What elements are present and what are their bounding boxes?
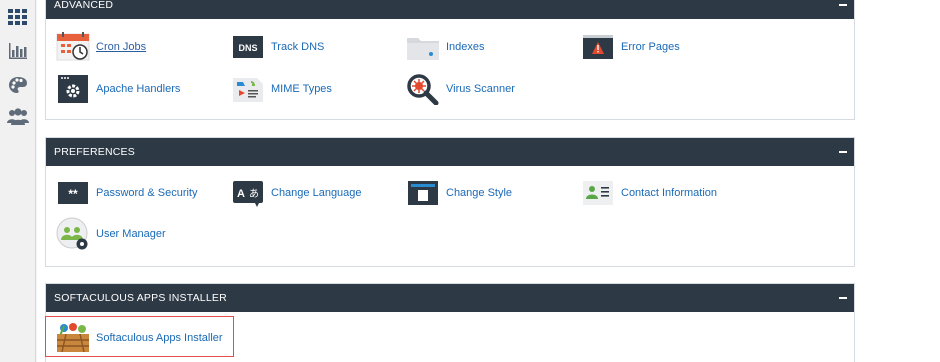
item-label[interactable]: Cron Jobs (96, 41, 146, 53)
collapse-icon[interactable] (839, 151, 847, 153)
style-icon (406, 178, 440, 208)
item-error-pages[interactable]: Error Pages (581, 30, 680, 64)
softaculous-panel-header[interactable]: SOFTACULOUS APPS INSTALLER (46, 284, 854, 312)
item-label[interactable]: Error Pages (621, 41, 680, 53)
palette-icon[interactable] (7, 74, 29, 96)
preferences-panel-header[interactable]: PREFERENCES (46, 138, 854, 166)
mime-icon (231, 74, 265, 104)
panel-title: PREFERENCES (54, 146, 135, 158)
item-label[interactable]: Indexes (446, 41, 485, 53)
item-label[interactable]: User Manager (96, 228, 166, 240)
item-apache-handlers[interactable]: Apache Handlers (56, 72, 180, 106)
item-label[interactable]: Apache Handlers (96, 83, 180, 95)
user-manager-icon (56, 217, 90, 250)
grid-icon[interactable] (7, 6, 29, 28)
item-virus-scanner[interactable]: Virus Scanner (406, 72, 515, 106)
calendar-clock-icon (56, 32, 90, 62)
item-mime-types[interactable]: MIME Types (231, 72, 332, 106)
bar-chart-icon[interactable] (7, 40, 29, 62)
item-password-security[interactable]: ** Password & Security (56, 176, 197, 210)
item-label[interactable]: Contact Information (621, 187, 717, 199)
warning-page-icon (581, 32, 615, 62)
item-track-dns[interactable]: DNS Track DNS (231, 30, 324, 64)
password-icon: ** (56, 178, 90, 208)
left-sidebar (0, 0, 36, 362)
advanced-panel: ADVANCED Cron Jobs DNS Track DNS Indexes… (45, 0, 855, 120)
svg-text:A: A (237, 188, 245, 200)
svg-text:**: ** (68, 187, 78, 201)
item-user-manager[interactable]: User Manager (56, 217, 166, 251)
highlight-box (45, 316, 234, 357)
gear-window-icon (56, 74, 90, 104)
users-icon[interactable] (7, 106, 29, 128)
svg-text:DNS: DNS (238, 43, 257, 53)
item-label[interactable]: Change Style (446, 187, 512, 199)
svg-text:あ: あ (249, 188, 259, 200)
collapse-icon[interactable] (839, 4, 847, 6)
contact-card-icon (581, 178, 615, 208)
item-indexes[interactable]: Indexes (406, 30, 485, 64)
item-label[interactable]: Virus Scanner (446, 83, 515, 95)
advanced-panel-header[interactable]: ADVANCED (46, 0, 854, 19)
item-cron-jobs[interactable]: Cron Jobs (56, 30, 146, 64)
preferences-panel: PREFERENCES ** Password & Security A あ C… (45, 137, 855, 267)
virus-magnifier-icon (406, 74, 440, 105)
panel-title: SOFTACULOUS APPS INSTALLER (54, 292, 227, 304)
item-label[interactable]: Track DNS (271, 41, 324, 53)
language-icon: A あ (231, 178, 265, 208)
item-change-language[interactable]: A あ Change Language (231, 176, 362, 210)
panel-title: ADVANCED (54, 0, 114, 11)
folder-icon (406, 32, 440, 62)
dns-icon: DNS (231, 32, 265, 62)
item-change-style[interactable]: Change Style (406, 176, 512, 210)
item-label[interactable]: Password & Security (96, 187, 197, 199)
item-label[interactable]: Change Language (271, 187, 362, 199)
item-label[interactable]: MIME Types (271, 83, 332, 95)
item-contact-information[interactable]: Contact Information (581, 176, 717, 210)
collapse-icon[interactable] (839, 297, 847, 299)
